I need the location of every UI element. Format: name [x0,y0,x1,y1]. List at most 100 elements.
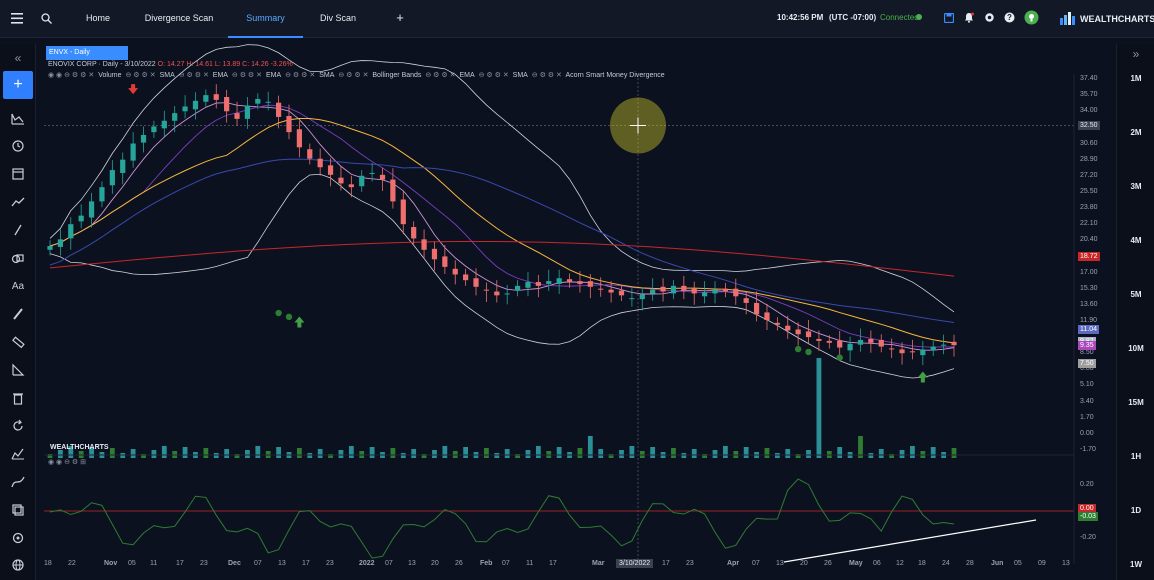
date-tick-label: 24 [942,560,950,567]
globe-icon[interactable] [6,554,30,576]
candle-body [795,329,801,335]
add-tab-button[interactable]: + [390,0,410,38]
timeframe-15m[interactable]: 15M [1117,398,1154,407]
ruler-icon[interactable] [6,331,30,353]
candle-body [161,120,167,129]
candle-body [296,129,302,148]
watermark-text: WEALTHCHARTS [50,444,109,451]
menu-icon[interactable] [11,13,23,24]
timeframe-2m[interactable]: 2M [1117,128,1154,137]
timeframe-4m[interactable]: 4M [1117,236,1154,245]
volume-bar [577,448,583,458]
settings-icon[interactable] [6,527,30,549]
text-tool-icon[interactable]: Aa [6,275,30,297]
trend-indicator-icon[interactable] [6,108,30,130]
date-tick-label: 26 [824,560,832,567]
price-tick-label: 35.70 [1080,91,1098,99]
timeframe-1m[interactable]: 1M [1117,74,1154,83]
candle-body [577,281,583,284]
candle-body [400,199,406,225]
candle-body [785,325,791,331]
curve-icon[interactable] [6,471,30,493]
lightbulb-icon[interactable] [1024,10,1039,25]
price-tick-label: 13.60 [1080,300,1098,308]
date-tick-label: Mar [592,560,605,567]
candle-body [317,158,323,168]
timeframe-10m[interactable]: 10M [1117,344,1154,353]
calendar-icon[interactable] [6,163,30,185]
candle-body [764,312,770,321]
date-tick-label: 09 [1038,560,1046,567]
timeframe-1d[interactable]: 1D [1117,506,1154,515]
candle-body [805,331,812,338]
volume-bar [296,448,302,458]
price-tick-label: 0.00 [1080,429,1094,437]
ema-mid-line [49,104,955,348]
clock-icon[interactable] [6,135,30,157]
tab-summary[interactable]: Summary [228,0,303,38]
pencil-icon[interactable] [6,303,30,325]
gear-icon[interactable] [984,12,995,23]
candle-body [878,339,884,347]
timeframe-5m[interactable]: 5M [1117,290,1154,299]
volume-bar [245,450,250,458]
candle-body [255,98,261,104]
date-tick-label: 17 [549,560,557,567]
price-chart[interactable] [44,44,1116,580]
candle-body [473,278,479,287]
date-tick-label: Nov [104,560,118,567]
divergence-dot [794,345,802,353]
price-tick-label: 30.60 [1080,139,1098,147]
timeframe-1w[interactable]: 1W [1117,560,1154,569]
candle-body [182,106,188,112]
candle-body [556,278,562,284]
tab-home[interactable]: Home [70,0,126,38]
date-tick-label: 26 [455,560,463,567]
volume-bar [130,449,136,458]
candle-body [514,285,521,291]
candle-body [130,143,136,161]
timeframe-3m[interactable]: 3M [1117,182,1154,191]
add-drawing-button[interactable]: + [3,71,33,99]
save-icon[interactable] [944,13,954,23]
date-tick-label: 11 [526,560,534,567]
line-chart-icon[interactable] [6,191,30,213]
search-icon[interactable] [41,13,52,24]
drawing-toolbar: « + Aa [0,44,36,580]
tab-divergence-scan[interactable]: Divergence Scan [134,0,224,38]
volume-bar [951,448,957,458]
timeframe-1h[interactable]: 1H [1117,452,1154,461]
candle-body [348,184,354,188]
candle-body [151,126,157,133]
help-icon[interactable]: ? [1004,12,1015,23]
volume-bar [764,448,770,458]
candle-body [837,340,843,348]
date-tick-label: 13 [408,560,416,567]
candle-body [452,268,458,275]
measure-icon[interactable] [6,359,30,381]
trendline-icon[interactable] [6,219,30,241]
refresh-icon[interactable] [6,415,30,437]
candle-body [369,172,375,174]
shapes-icon[interactable] [6,247,30,269]
tab-div-scan[interactable]: Div Scan [308,0,368,38]
candle-body [535,282,541,286]
candle-body [847,343,853,351]
layers-icon[interactable] [6,499,30,521]
sub-pane-controls-icon[interactable]: ◉ ◉ ⊖ ⚙ ⊞ [48,458,86,466]
date-tick-label: 23 [200,560,208,567]
price-tag: 7.50 [1078,358,1096,368]
volume-bar [203,448,209,458]
indicator-chart-icon[interactable] [6,443,30,465]
bell-icon[interactable] [964,12,974,23]
volume-bar [806,450,811,458]
trash-icon[interactable] [6,387,30,409]
collapse-left-icon[interactable]: « [6,47,30,69]
candle-body [68,224,74,239]
crosshair-price-tag: 32.50 [1078,121,1100,130]
collapse-right-icon[interactable]: » [1117,47,1154,61]
buy-arrow-icon [294,316,305,328]
date-tick-label: 07 [385,560,393,567]
date-tick-label: Feb [480,560,493,567]
candle-body [868,338,874,343]
